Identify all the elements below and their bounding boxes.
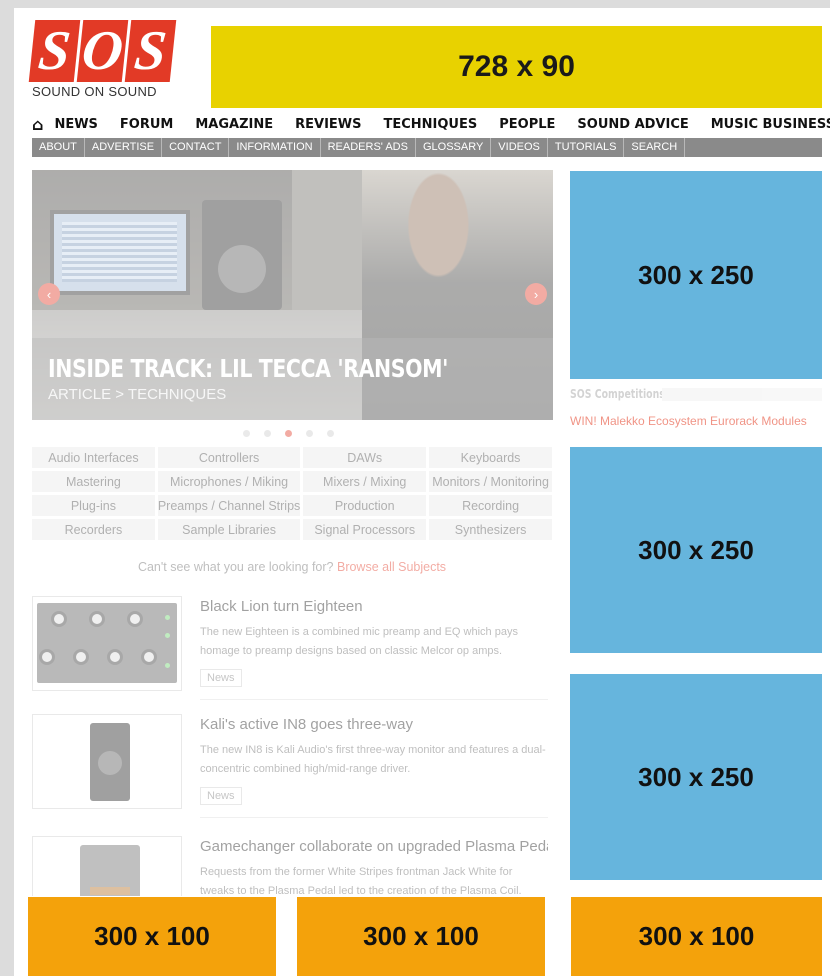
competitions-header: SOS Competitions — [570, 387, 822, 402]
carousel-dot[interactable] — [264, 430, 271, 437]
knob-graphic — [51, 611, 67, 627]
subject-link[interactable]: Preamps / Channel Strips — [157, 495, 301, 516]
mrec-ad[interactable]: 300 x 250 — [570, 674, 822, 880]
subject-link[interactable]: Microphones / Miking — [157, 471, 301, 492]
subnav-item-contact[interactable]: CONTACT — [162, 138, 230, 157]
subjects-grid: Audio Interfaces Controllers DAWs Keyboa… — [32, 447, 552, 540]
subject-link[interactable]: Recorders — [32, 519, 155, 540]
news-summary: Requests from the former White Stripes f… — [200, 866, 522, 896]
subnav-item-information[interactable]: INFORMATION — [229, 138, 321, 157]
subnav-item-glossary[interactable]: GLOSSARY — [416, 138, 492, 157]
news-divider — [200, 699, 548, 700]
subject-link[interactable]: Synthesizers — [429, 519, 552, 540]
news-tag[interactable]: News — [200, 787, 242, 805]
subject-link[interactable]: DAWs — [303, 447, 427, 468]
nav-item-forum[interactable]: FORUM — [109, 117, 184, 132]
knob-graphic — [107, 649, 123, 665]
led-graphic — [165, 615, 170, 620]
subject-link[interactable]: Plug-ins — [32, 495, 155, 516]
hero-title[interactable]: INSIDE TRACK: LIL TECCA 'RANSOM' — [48, 354, 448, 383]
chevron-right-icon[interactable]: › — [525, 283, 547, 305]
logo-tagline: SOUND ON SOUND — [32, 84, 157, 99]
news-thumbnail[interactable] — [32, 596, 182, 691]
knob-graphic — [141, 649, 157, 665]
logo-letter: S — [124, 20, 177, 82]
subject-link[interactable]: Monitors / Monitoring — [429, 471, 552, 492]
knob-graphic — [39, 649, 55, 665]
subnav-item-videos[interactable]: VIDEOS — [491, 138, 548, 157]
site-logo[interactable]: S O S SOUND ON SOUND — [28, 20, 182, 102]
led-graphic — [165, 633, 170, 638]
competitions-label: SOS Competitions — [570, 387, 665, 401]
competition-link[interactable]: WIN! Malekko Ecosystem Eurorack Modules — [570, 414, 807, 428]
monitor-speaker-image — [90, 723, 130, 801]
subject-link[interactable]: Recording — [429, 495, 552, 516]
plasma-pedal-image — [80, 845, 140, 896]
logo-letters: S O S — [28, 20, 182, 82]
browse-subjects: Can't see what you are looking for? Brow… — [32, 560, 552, 574]
news-tag[interactable]: News — [200, 669, 242, 687]
news-thumbnail[interactable] — [32, 836, 182, 896]
hero-category[interactable]: ARTICLE > TECHNIQUES — [48, 386, 226, 403]
subnav-item-advertise[interactable]: ADVERTISE — [85, 138, 163, 157]
news-item: Kali's active IN8 goes three-way The new… — [32, 714, 548, 819]
nav-item-sound-advice[interactable]: SOUND ADVICE — [566, 117, 699, 132]
news-thumbnail[interactable] — [32, 714, 182, 809]
led-graphic — [165, 663, 170, 668]
subject-link[interactable]: Mixers / Mixing — [303, 471, 427, 492]
browse-prompt: Can't see what you are looking for? — [137, 560, 334, 574]
news-title[interactable]: Gamechanger collaborate on upgraded Plas… — [200, 838, 548, 855]
news-item: Gamechanger collaborate on upgraded Plas… — [32, 836, 548, 896]
carousel-dot-active[interactable] — [285, 430, 292, 437]
sub-nav: ABOUT ADVERTISE CONTACT INFORMATION READ… — [32, 138, 822, 157]
subject-link[interactable]: Sample Libraries — [157, 519, 301, 540]
browse-all-subjects-link[interactable]: Browse all Subjects — [337, 560, 446, 574]
subject-link[interactable]: Keyboards — [429, 447, 552, 468]
knob-graphic — [73, 649, 89, 665]
nav-item-techniques[interactable]: TECHNIQUES — [373, 117, 489, 132]
subject-link[interactable]: Signal Processors — [303, 519, 427, 540]
chevron-left-icon[interactable]: ‹ — [38, 283, 60, 305]
subnav-item-about[interactable]: ABOUT — [32, 138, 85, 157]
subject-link[interactable]: Production — [303, 495, 427, 516]
carousel-dot[interactable] — [306, 430, 313, 437]
news-title[interactable]: Black Lion turn Eighteen — [200, 598, 363, 615]
news-title[interactable]: Kali's active IN8 goes three-way — [200, 716, 413, 733]
nav-item-reviews[interactable]: REVIEWS — [284, 117, 372, 132]
news-item: Black Lion turn Eighteen The new Eightee… — [32, 596, 548, 701]
subject-link[interactable]: Mastering — [32, 471, 155, 492]
mrec-ad[interactable]: 300 x 250 — [570, 447, 822, 653]
nav-item-magazine[interactable]: MAGAZINE — [184, 117, 284, 132]
subject-link[interactable]: Controllers — [157, 447, 301, 468]
footer-ad[interactable]: 300 x 100 — [297, 897, 545, 976]
nav-item-music-business[interactable]: MUSIC BUSINESS — [700, 117, 830, 132]
footer-ad[interactable]: 300 x 100 — [571, 897, 822, 976]
news-summary: The new IN8 is Kali Audio's first three-… — [200, 744, 546, 775]
logo-letter: S — [28, 20, 81, 82]
carousel-dot[interactable] — [243, 430, 250, 437]
main-nav: ⌂ NEWS FORUM MAGAZINE REVIEWS TECHNIQUES… — [32, 112, 830, 136]
footer-ad[interactable]: 300 x 100 — [28, 897, 276, 976]
subnav-item-readers-ads[interactable]: READERS' ADS — [321, 138, 416, 157]
leaderboard-ad[interactable]: 728 x 90 — [211, 26, 822, 108]
knob-graphic — [127, 611, 143, 627]
news-summary: The new Eighteen is a combined mic pream… — [200, 626, 518, 657]
carousel-dots — [243, 430, 334, 437]
nav-item-news[interactable]: NEWS — [43, 117, 108, 132]
mrec-ad[interactable]: 300 x 250 — [570, 171, 822, 379]
home-icon[interactable]: ⌂ — [32, 115, 43, 134]
subnav-item-search[interactable]: SEARCH — [624, 138, 686, 157]
nav-item-people[interactable]: PEOPLE — [488, 117, 566, 132]
subject-link[interactable]: Audio Interfaces — [32, 447, 155, 468]
knob-graphic — [89, 611, 105, 627]
carousel-dot[interactable] — [327, 430, 334, 437]
subnav-item-tutorials[interactable]: TUTORIALS — [548, 138, 625, 157]
preamp-image — [37, 603, 177, 683]
news-divider — [200, 817, 548, 818]
hero-carousel[interactable]: INSIDE TRACK: LIL TECCA 'RANSOM' ARTICLE… — [32, 170, 553, 420]
hero-image-monitor-screen — [50, 210, 190, 295]
hero-image-speaker — [202, 200, 282, 310]
logo-letter: O — [76, 20, 129, 82]
competitions-header-bar — [662, 388, 822, 401]
